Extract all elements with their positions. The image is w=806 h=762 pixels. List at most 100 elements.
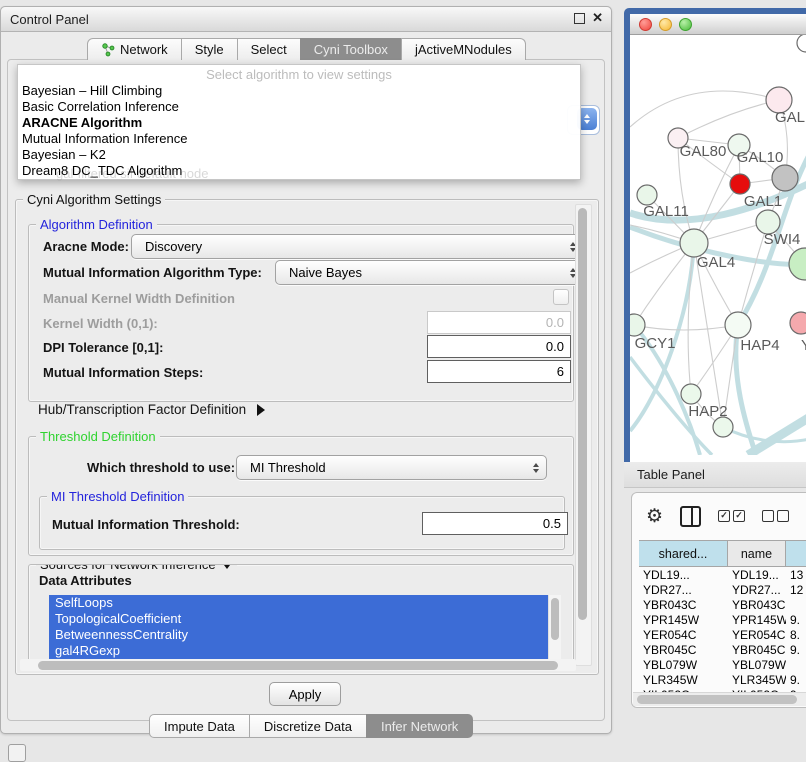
kernel-width-value: 0.0 xyxy=(546,315,564,330)
algorithm-option[interactable]: Dream8 DC_TDC Algorithm xyxy=(22,163,576,179)
network-canvas[interactable]: GALGAL80GAL10GAL1GAL11SWI4GAL4GCY1HAP4YH… xyxy=(630,35,806,462)
tab-style[interactable]: Style xyxy=(181,38,238,60)
tab-network[interactable]: Network xyxy=(87,38,182,60)
attribute-item-selected[interactable]: SelfLoops xyxy=(49,595,549,611)
algorithm-option[interactable]: ARACNE Algorithm xyxy=(22,115,576,131)
network-node-gal4[interactable] xyxy=(680,229,708,257)
sources-group-title[interactable]: Sources for Network Inference xyxy=(36,564,237,572)
table-panel-window: ⚙ ✓✓ shared...nameA YDL19...YDL19...13YD… xyxy=(631,492,806,708)
mi-steps-field[interactable]: 6 xyxy=(427,360,571,383)
select-all-checkboxes-icon[interactable]: ✓✓ xyxy=(718,510,745,522)
kernel-width-field[interactable]: 0.0 xyxy=(427,311,571,334)
close-traffic-light-icon[interactable] xyxy=(639,18,652,31)
table-horizontal-scrollbar[interactable] xyxy=(633,692,806,706)
settings-vertical-scrollbar[interactable] xyxy=(575,204,592,666)
table-cell: YLR345W xyxy=(728,673,786,687)
node-label-swi4: SWI4 xyxy=(764,231,801,248)
panel-corner-icon[interactable] xyxy=(8,744,26,762)
node-label-gal11: GAL11 xyxy=(643,203,689,220)
table-row[interactable]: YBL079WYBL079W xyxy=(639,657,806,672)
algorithm-option[interactable]: Bayesian – K2 xyxy=(22,147,576,163)
network-node[interactable] xyxy=(772,165,798,191)
manual-kernel-checkbox[interactable] xyxy=(553,289,569,305)
table-cell: YDR27... xyxy=(639,583,728,597)
table-row[interactable]: YDL19...YDL19...13 xyxy=(639,567,806,582)
column-header-name[interactable]: name xyxy=(728,541,786,566)
network-node[interactable] xyxy=(797,35,806,52)
panel-title: Control Panel xyxy=(1,12,89,27)
float-window-icon[interactable] xyxy=(574,13,585,24)
which-threshold-select[interactable]: MI Threshold xyxy=(236,455,547,480)
table-row[interactable]: YBR043CYBR043C xyxy=(639,597,806,612)
table-panel-header: Table Panel xyxy=(624,462,806,488)
apply-button[interactable]: Apply xyxy=(269,682,341,706)
attribute-item-selected[interactable]: gal4RGexp xyxy=(49,643,549,659)
attribute-item-selected[interactable]: BetweennessCentrality xyxy=(49,627,549,643)
zoom-traffic-light-icon[interactable] xyxy=(679,18,692,31)
table-row[interactable]: YLR345WYLR345W9. xyxy=(639,672,806,687)
bottom-tab-impute-data[interactable]: Impute Data xyxy=(149,714,250,738)
dpi-tolerance-field[interactable]: 0.0 xyxy=(427,335,571,358)
table-row[interactable]: YER054CYER054C8. xyxy=(639,627,806,642)
tab-jactivemnodules[interactable]: jActiveMNodules xyxy=(401,38,526,60)
node-label-gal4: GAL4 xyxy=(697,254,735,271)
tab-select[interactable]: Select xyxy=(237,38,301,60)
node-label-hap2: HAP2 xyxy=(688,403,727,420)
table-toolbar: ⚙ ✓✓ xyxy=(632,493,806,539)
table-cell: YDL19... xyxy=(639,568,728,582)
control-panel-tabs: NetworkStyle Select Cyni ToolboxjActiveMNo… xyxy=(87,37,525,60)
network-node[interactable] xyxy=(713,417,733,437)
table-row[interactable]: YPR145WYPR145W9. xyxy=(639,612,806,627)
algorithm-option[interactable]: Basic Correlation Inference xyxy=(22,99,576,115)
tab-label: Select xyxy=(251,42,287,57)
attribute-item-selected[interactable]: TopologicalCoefficient xyxy=(49,611,549,627)
table-cell: 12 xyxy=(786,583,806,597)
network-node-hap4[interactable] xyxy=(725,312,751,338)
dpi-tolerance-label: DPI Tolerance [0,1]: xyxy=(43,340,163,355)
node-table: shared...nameA YDL19...YDL19...13YDR27..… xyxy=(639,540,806,702)
table-panel-title: Table Panel xyxy=(624,467,705,482)
tab-cyni-toolbox[interactable]: Cyni Toolbox xyxy=(300,38,402,60)
close-icon[interactable]: ✕ xyxy=(592,12,603,24)
network-node[interactable] xyxy=(789,248,806,280)
node-label-y: Y xyxy=(801,337,806,354)
mi-threshold-label: Mutual Information Threshold: xyxy=(52,517,240,532)
settings-horizontal-scrollbar[interactable] xyxy=(20,659,576,671)
hub-definition-toggle[interactable]: Hub/Transcription Factor Definition xyxy=(38,402,265,417)
network-node-hap2[interactable] xyxy=(681,384,701,404)
algorithm-dropdown-popup: Select algorithm to view settings Bayesi… xyxy=(17,64,581,180)
network-node-y[interactable] xyxy=(790,312,806,334)
mi-threshold-field[interactable]: 0.5 xyxy=(422,512,568,535)
column-header-a[interactable]: A xyxy=(786,541,806,566)
node-label-gal80: GAL80 xyxy=(680,143,727,160)
network-node-gal1[interactable] xyxy=(730,174,750,194)
table-row[interactable]: YBR045CYBR045C9. xyxy=(639,642,806,657)
node-label-gal1: GAL1 xyxy=(744,193,782,210)
mi-type-select[interactable]: Naive Bayes xyxy=(275,260,584,285)
minimize-traffic-light-icon[interactable] xyxy=(659,18,672,31)
table-header-row: shared...nameA xyxy=(639,540,806,567)
table-cell: YBR043C xyxy=(728,598,786,612)
settings-gear-icon[interactable]: ⚙ xyxy=(646,507,663,526)
list-scrollbar[interactable] xyxy=(548,595,561,664)
algorithm-option[interactable]: Mutual Information Inference xyxy=(22,131,576,147)
split-columns-icon[interactable] xyxy=(680,506,701,527)
mi-steps-value: 6 xyxy=(557,364,564,379)
deselect-checkboxes-icon[interactable] xyxy=(762,510,789,522)
algorithm-option[interactable]: Bayesian – Hill Climbing xyxy=(22,83,576,99)
node-label-gcy1: GCY1 xyxy=(635,335,676,352)
table-cell: 9. xyxy=(786,673,806,687)
expanded-arrow-icon xyxy=(221,564,233,569)
data-attributes-list[interactable]: SelfLoopsTopologicalCoefficientBetweenne… xyxy=(49,595,561,664)
sources-group-label: Sources for Network Inference xyxy=(40,564,216,572)
table-cell: 8. xyxy=(786,628,806,642)
table-cell: YBL079W xyxy=(728,658,786,672)
bottom-tab-discretize-data[interactable]: Discretize Data xyxy=(249,714,367,738)
aracne-mode-select[interactable]: Discovery xyxy=(131,234,584,259)
network-node-gal11[interactable] xyxy=(637,185,657,205)
table-cell: YBR043C xyxy=(639,598,728,612)
column-header-shared[interactable]: shared... xyxy=(639,541,728,566)
mi-threshold-value: 0.5 xyxy=(543,516,561,531)
bottom-tab-infer-network[interactable]: Infer Network xyxy=(366,714,473,738)
table-row[interactable]: YDR27...YDR27...12 xyxy=(639,582,806,597)
